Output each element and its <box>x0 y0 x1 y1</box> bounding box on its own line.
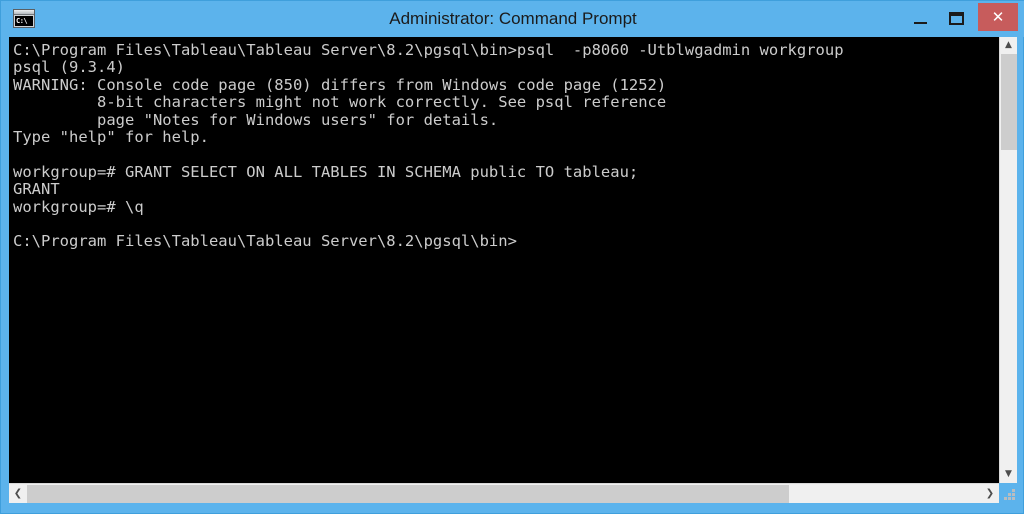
grip-dot <box>1012 489 1015 492</box>
close-icon: ✕ <box>991 8 1005 26</box>
grip-dot <box>1008 493 1011 496</box>
grip-dot <box>1004 497 1007 500</box>
vertical-scrollbar-thumb[interactable] <box>1001 54 1017 150</box>
restore-icon <box>949 12 964 25</box>
scroll-up-icon[interactable]: ▲ <box>1000 37 1017 54</box>
horizontal-scrollbar[interactable]: ❮ ❯ <box>9 483 999 503</box>
window-title: Administrator: Command Prompt <box>389 9 637 28</box>
grip-dot <box>1008 497 1011 500</box>
close-button[interactable]: ✕ <box>978 3 1018 31</box>
scroll-right-icon[interactable]: ❯ <box>981 484 999 503</box>
command-prompt-window: C:\ Administrator: Command Prompt ✕ C:\P… <box>0 0 1024 514</box>
minimize-button[interactable] <box>906 5 936 31</box>
restore-button[interactable] <box>942 5 972 31</box>
grip-dot <box>1012 493 1015 496</box>
scroll-left-icon[interactable]: ❮ <box>9 484 27 503</box>
grip-dot <box>1012 497 1015 500</box>
scroll-down-icon[interactable]: ▼ <box>1000 466 1017 483</box>
vertical-scrollbar[interactable]: ▲ ▼ <box>999 37 1017 483</box>
console-text: C:\Program Files\Tableau\Tableau Server\… <box>13 41 844 251</box>
resize-grip[interactable] <box>1003 489 1015 501</box>
horizontal-scrollbar-thumb[interactable] <box>27 485 789 503</box>
console-output-area[interactable]: C:\Program Files\Tableau\Tableau Server\… <box>9 37 999 483</box>
title-bar[interactable]: C:\ Administrator: Command Prompt ✕ <box>1 1 1024 37</box>
minimize-icon <box>914 22 927 24</box>
